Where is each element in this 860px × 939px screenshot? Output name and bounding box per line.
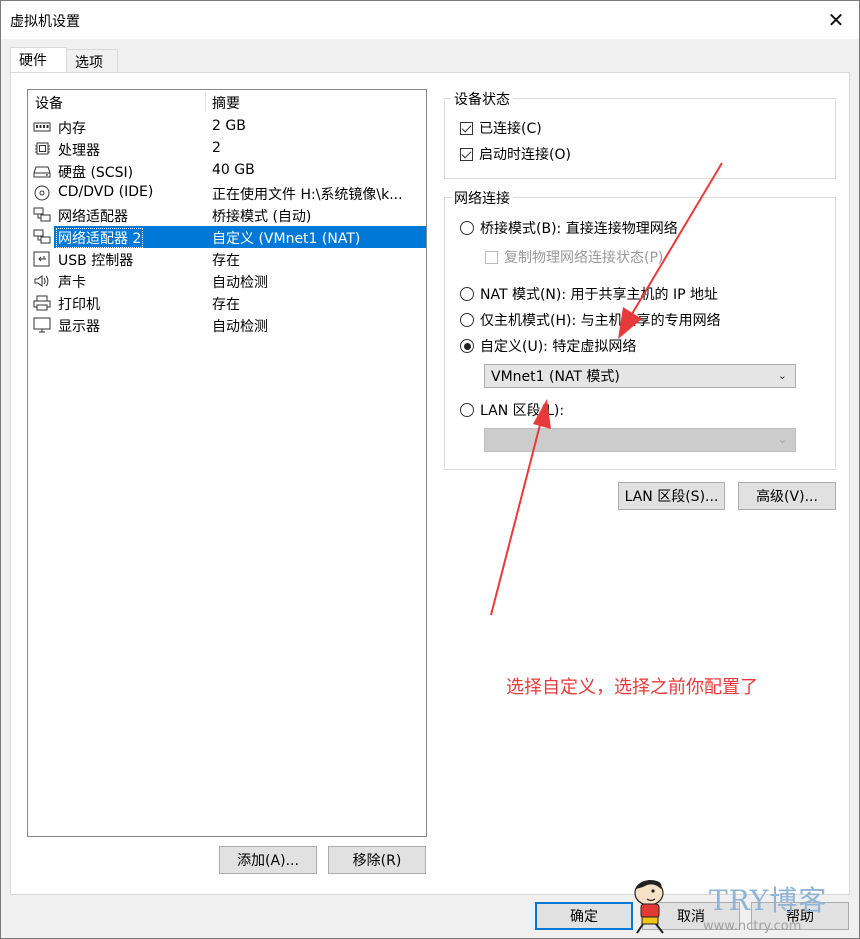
radio-dot[interactable]	[460, 313, 474, 327]
replicate-state-label: 复制物理网络连接状态(P)	[504, 250, 664, 266]
network-adapter-icon	[33, 229, 51, 244]
device-summary: 2	[212, 140, 221, 156]
device-status-title: 设备状态	[451, 89, 513, 109]
connected-label: 已连接(C)	[479, 121, 542, 137]
host-only-radio[interactable]: 仅主机模式(H): 与主机共享的专用网络	[460, 310, 721, 330]
monitor-icon	[33, 317, 51, 333]
host-only-label: 仅主机模式(H): 与主机共享的专用网络	[480, 313, 721, 329]
column-header-device[interactable]: 设备	[35, 93, 63, 113]
device-name: 显示器	[58, 319, 100, 335]
radio-dot[interactable]	[460, 403, 474, 417]
custom-network-select[interactable]: VMnet1 (NAT 模式) ⌄	[484, 364, 796, 388]
device-name: CD/DVD (IDE)	[58, 184, 154, 200]
device-summary: 自定义 (VMnet1 (NAT)	[212, 231, 361, 247]
checkbox-box[interactable]	[485, 250, 498, 264]
connect-at-power-on-checkbox[interactable]: 启动时连接(O)	[460, 144, 571, 164]
remove-button[interactable]: 移除(R)	[328, 846, 426, 874]
checkbox-box[interactable]	[460, 121, 473, 135]
device-row-usb-controller[interactable]: USB 控制器 存在	[30, 248, 426, 270]
custom-radio[interactable]: 自定义(U): 特定虚拟网络	[460, 336, 636, 356]
network-connection-group: 网络连接 桥接模式(B): 直接连接物理网络 复制物理网络连接状态(P) NAT…	[444, 188, 836, 470]
network-adapter-icon	[33, 207, 51, 222]
cartoon-logo	[634, 880, 664, 934]
usb-icon	[33, 251, 50, 267]
bridged-radio[interactable]: 桥接模式(B): 直接连接物理网络	[460, 218, 678, 238]
connected-checkbox[interactable]: 已连接(C)	[460, 118, 542, 138]
tab-bar: 硬件 选项	[1, 39, 859, 74]
column-divider[interactable]	[205, 92, 206, 112]
lan-segment-radio[interactable]: LAN 区段(L):	[460, 400, 564, 420]
radio-dot[interactable]	[460, 339, 474, 353]
device-summary: 40 GB	[212, 162, 255, 178]
device-summary: 自动检测	[212, 319, 268, 335]
connect-at-power-on-label: 启动时连接(O)	[479, 147, 571, 163]
custom-label: 自定义(U): 特定虚拟网络	[480, 339, 637, 355]
lan-segments-button[interactable]: LAN 区段(S)...	[618, 482, 725, 510]
network-connection-title: 网络连接	[451, 188, 513, 208]
device-row-sound-card[interactable]: 声卡 自动检测	[30, 270, 426, 292]
device-name: 网络适配器	[58, 209, 128, 225]
printer-icon	[33, 295, 51, 311]
processor-icon	[35, 142, 50, 155]
ok-button[interactable]: 确定	[535, 902, 633, 930]
lan-segment-select[interactable]: ⌄	[484, 428, 796, 452]
device-summary: 桥接模式 (自动)	[212, 209, 312, 225]
advanced-button[interactable]: 高级(V)...	[738, 482, 836, 510]
watermark-url: www.nctry.com	[703, 919, 802, 934]
device-name: 处理器	[58, 143, 100, 159]
device-name: USB 控制器	[58, 253, 134, 269]
nat-label: NAT 模式(N): 用于共享主机的 IP 地址	[480, 287, 718, 303]
device-status-group: 设备状态 已连接(C) 启动时连接(O)	[444, 89, 836, 179]
device-summary: 2 GB	[212, 118, 246, 134]
window-title: 虚拟机设置	[10, 14, 80, 30]
tab-hardware[interactable]: 硬件	[10, 47, 67, 74]
annotation-text: 选择自定义，选择之前你配置了	[506, 677, 758, 698]
device-row-network-adapter[interactable]: 网络适配器 桥接模式 (自动)	[30, 204, 426, 226]
speaker-icon	[34, 275, 49, 287]
lan-segment-label: LAN 区段(L):	[480, 403, 565, 419]
radio-dot[interactable]	[460, 221, 474, 235]
tab-options-label: 选项	[75, 55, 103, 71]
device-name: 声卡	[58, 275, 86, 291]
replicate-state-checkbox[interactable]: 复制物理网络连接状态(P)	[485, 247, 663, 267]
device-summary: 存在	[212, 297, 240, 313]
watermark: TRY博客 www.nctry.com	[623, 873, 859, 939]
close-button[interactable]: ✕	[813, 1, 859, 39]
radio-dot[interactable]	[460, 287, 474, 301]
add-button[interactable]: 添加(A)...	[219, 846, 317, 874]
device-summary: 正在使用文件 H:\系统镜像\k...	[212, 187, 403, 203]
device-row-cd-dvd[interactable]: CD/DVD (IDE) 正在使用文件 H:\系统镜像\k...	[30, 182, 426, 204]
chevron-down-icon: ⌄	[777, 369, 787, 382]
watermark-brand: TRY博客	[709, 884, 828, 917]
device-row-memory[interactable]: 内存 2 GB	[30, 116, 426, 138]
hard-disk-icon	[33, 166, 51, 178]
custom-network-value: VMnet1 (NAT 模式)	[491, 369, 620, 385]
device-summary: 存在	[212, 253, 240, 269]
close-icon: ✕	[827, 8, 845, 32]
device-row-display[interactable]: 显示器 自动检测	[30, 314, 426, 336]
memory-icon	[33, 122, 51, 132]
cd-dvd-icon	[34, 185, 50, 201]
column-header-summary[interactable]: 摘要	[212, 93, 240, 113]
device-row-printer[interactable]: 打印机 存在	[30, 292, 426, 314]
device-name: 打印机	[58, 297, 100, 313]
device-row-processor[interactable]: 处理器 2	[30, 138, 426, 160]
device-name: 网络适配器 2	[56, 228, 144, 248]
title-bar: 虚拟机设置 ✕	[1, 1, 859, 39]
device-row-hard-disk[interactable]: 硬盘 (SCSI) 40 GB	[30, 160, 426, 182]
tab-hardware-label: 硬件	[19, 53, 47, 69]
device-list-header: 设备 摘要	[28, 90, 426, 114]
device-list[interactable]: 设备 摘要 内存 2 GB 处理器 2 硬盘 (SCSI) 40 GB CD/D…	[27, 89, 427, 837]
checkbox-box[interactable]	[460, 147, 473, 161]
device-summary: 自动检测	[212, 275, 268, 291]
device-name: 硬盘 (SCSI)	[58, 165, 134, 181]
bridged-label: 桥接模式(B): 直接连接物理网络	[480, 221, 678, 237]
device-row-network-adapter-2[interactable]: 网络适配器 2 自定义 (VMnet1 (NAT)	[30, 226, 426, 248]
tab-options[interactable]: 选项	[66, 49, 118, 74]
tab-content-hardware: 设备 摘要 内存 2 GB 处理器 2 硬盘 (SCSI) 40 GB CD/D…	[10, 72, 850, 895]
device-name: 内存	[58, 121, 86, 137]
nat-radio[interactable]: NAT 模式(N): 用于共享主机的 IP 地址	[460, 284, 718, 304]
chevron-down-icon: ⌄	[777, 433, 787, 446]
vm-settings-dialog: 虚拟机设置 ✕ 硬件 选项 设备 摘要 内存 2 GB 处理器 2 硬盘 (SC…	[0, 0, 860, 939]
